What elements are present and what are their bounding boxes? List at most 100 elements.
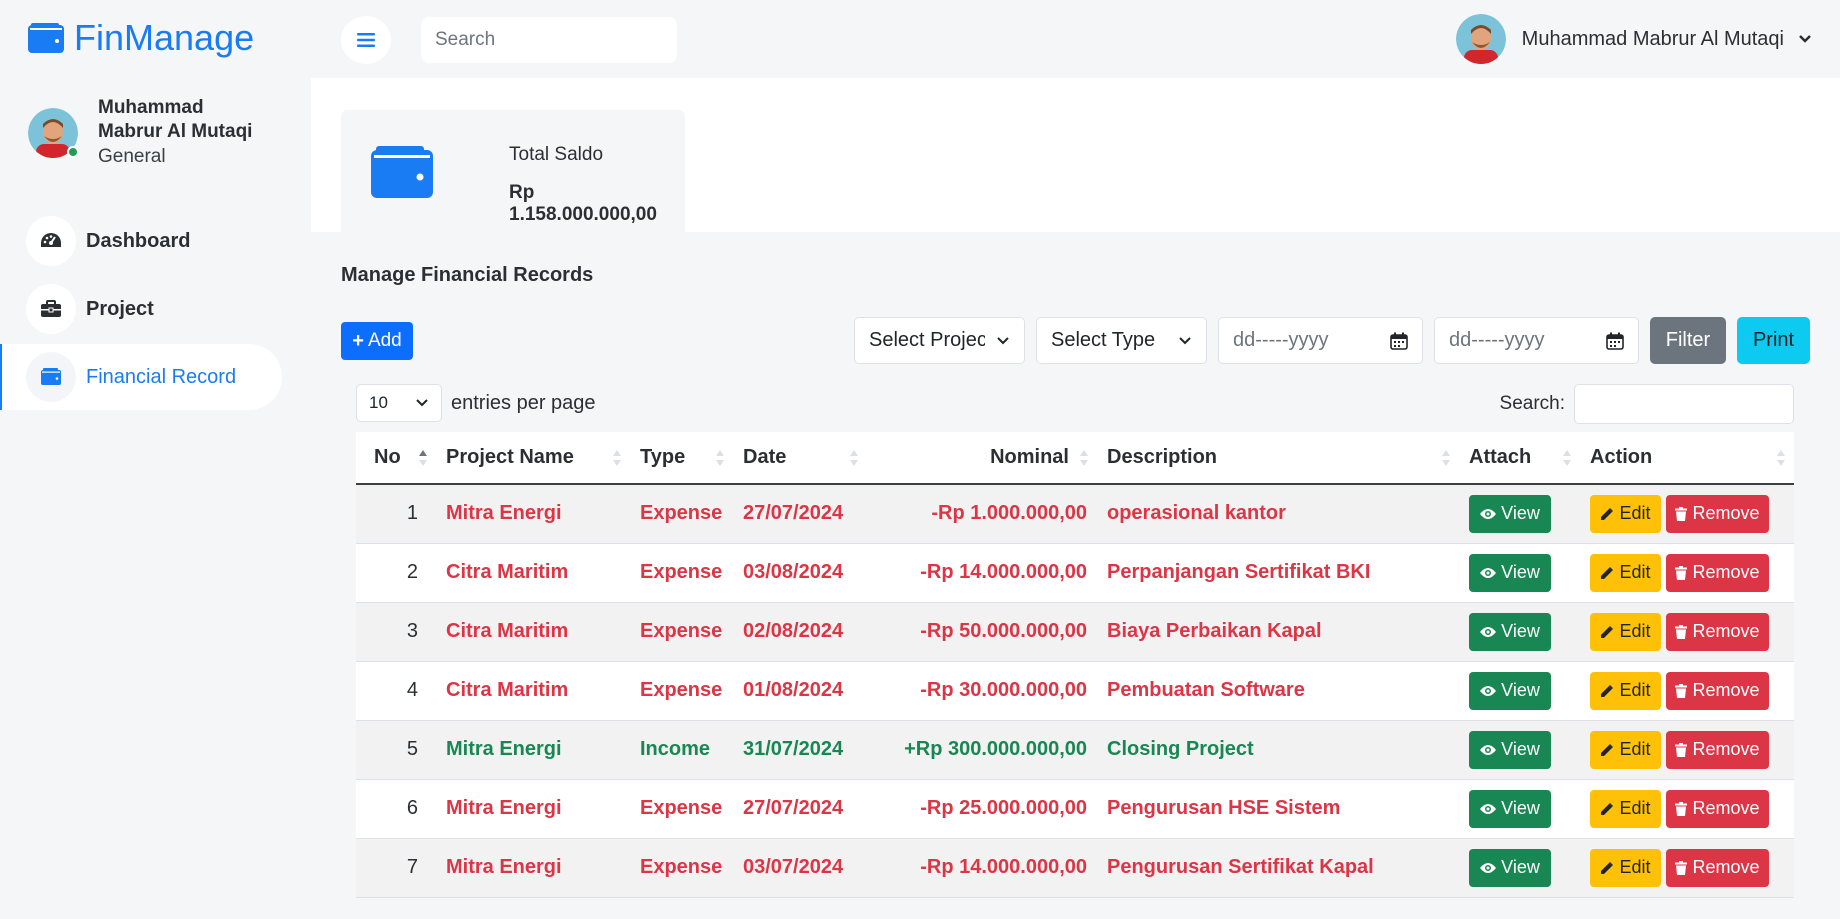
summary-strip: Total Saldo Rp 1.158.000.000,00 <box>311 78 1840 232</box>
add-record-button[interactable]: + Add <box>341 322 413 360</box>
cell-project-name: Mitra Energi <box>446 856 562 878</box>
brand-logo[interactable]: FinManage <box>28 17 254 58</box>
page-title: Manage Financial Records <box>341 264 594 286</box>
calendar-icon[interactable] <box>1390 332 1408 350</box>
remove-button[interactable]: Remove <box>1666 848 1769 887</box>
eye-icon <box>1480 803 1497 814</box>
view-attachment-button[interactable]: View <box>1469 612 1551 651</box>
cell-no: 6 <box>406 797 418 819</box>
remove-button[interactable]: Remove <box>1666 789 1769 828</box>
cell-type: Expense <box>640 856 723 878</box>
edit-label: Edit <box>1619 857 1651 877</box>
chevron-down-icon <box>416 399 428 407</box>
edit-button[interactable]: Edit <box>1590 494 1661 533</box>
sort-asc-icon <box>419 450 427 466</box>
cell-attach: View <box>1459 720 1580 779</box>
table-row: 2 Citra Maritim Expense 03/08/2024 -Rp 14.00… <box>356 543 1794 602</box>
cell-action: Edit Remove <box>1580 602 1794 661</box>
view-label: View <box>1501 680 1540 700</box>
column-header-no[interactable]: No <box>356 432 436 485</box>
remove-button[interactable]: Remove <box>1666 553 1769 592</box>
cell-description: Pengurusan HSE Sistem <box>1107 797 1341 819</box>
cell-no: 7 <box>406 856 418 878</box>
edit-label: Edit <box>1619 503 1651 524</box>
trash-icon <box>1675 624 1688 639</box>
view-attachment-button[interactable]: View <box>1469 848 1551 887</box>
column-header-type[interactable]: Type <box>630 432 733 485</box>
sidebar-item-financial-record[interactable]: Financial Record <box>0 344 282 410</box>
table-search-input[interactable] <box>1574 384 1794 424</box>
cell-description: Perpanjangan Sertifikat BKI <box>1107 561 1371 583</box>
cell-no: 5 <box>406 738 418 760</box>
view-label: View <box>1501 857 1540 877</box>
edit-button[interactable]: Edit <box>1590 789 1661 828</box>
print-button[interactable]: Print <box>1737 317 1810 364</box>
cell-type: Expense <box>640 679 723 701</box>
column-header-project-name[interactable]: Project Name <box>436 432 630 485</box>
view-attachment-button[interactable]: View <box>1469 494 1551 533</box>
column-header-nominal[interactable]: Nominal <box>867 432 1097 485</box>
edit-button[interactable]: Edit <box>1590 553 1661 592</box>
date-from-placeholder: dd-----yyyy <box>1233 329 1329 351</box>
view-label: View <box>1501 503 1540 524</box>
edit-button[interactable]: Edit <box>1590 612 1661 651</box>
cell-attach: View <box>1459 602 1580 661</box>
cell-nominal: +Rp 300.000.000,00 <box>904 738 1087 760</box>
sidebar-item-dashboard[interactable]: Dashboard <box>0 208 282 274</box>
edit-button[interactable]: Edit <box>1590 730 1661 769</box>
pencil-icon <box>1601 625 1614 638</box>
table-search-label: Search: <box>1499 393 1565 414</box>
profile-role: General <box>98 146 166 167</box>
cell-nominal: -Rp 1.000.000,00 <box>931 502 1087 525</box>
cell-project-name: Mitra Energi <box>446 502 562 525</box>
cell-action: Edit Remove <box>1580 661 1794 720</box>
cell-date: 03/07/2024 <box>743 856 844 878</box>
table-row: 6 Mitra Energi Expense 27/07/2024 -Rp 25.000… <box>356 779 1794 838</box>
remove-button[interactable]: Remove <box>1666 494 1769 533</box>
topbar: Muhammad Mabrur Al Mutaqi <box>311 0 1840 78</box>
select-type-dropdown[interactable]: Select Type <box>1036 317 1207 364</box>
remove-button[interactable]: Remove <box>1666 671 1769 710</box>
sort-icon <box>613 450 621 466</box>
trash-icon <box>1675 742 1688 757</box>
cell-project-name: Citra Maritim <box>446 679 569 701</box>
cell-nominal: -Rp 50.000.000,00 <box>920 620 1087 642</box>
profile-name: Muhammad Mabrur Al Mutaqi <box>98 97 253 142</box>
column-header-description[interactable]: Description <box>1097 432 1459 485</box>
edit-label: Edit <box>1619 798 1651 818</box>
view-attachment-button[interactable]: View <box>1469 730 1551 769</box>
edit-button[interactable]: Edit <box>1590 671 1661 710</box>
column-header-action[interactable]: Action <box>1580 432 1794 485</box>
select-project-dropdown[interactable]: Select Project <box>854 317 1025 364</box>
search-input[interactable] <box>421 17 677 63</box>
view-attachment-button[interactable]: View <box>1469 789 1551 828</box>
sidebar-item-project[interactable]: Project <box>0 276 282 342</box>
total-saldo-value: Rp 1.158.000.000,00 <box>509 182 657 225</box>
cell-nominal: -Rp 14.000.000,00 <box>920 856 1087 878</box>
cell-project-name: Mitra Energi <box>446 797 562 819</box>
eye-icon <box>1480 508 1497 519</box>
sidebar-item-label: Project <box>86 297 154 320</box>
remove-label: Remove <box>1692 798 1760 818</box>
edit-button[interactable]: Edit <box>1590 848 1661 887</box>
column-header-date[interactable]: Date <box>733 432 867 485</box>
view-attachment-button[interactable]: View <box>1469 553 1551 592</box>
date-from-input[interactable]: dd-----yyyy <box>1218 317 1423 364</box>
view-label: View <box>1501 621 1540 641</box>
view-attachment-button[interactable]: View <box>1469 671 1551 710</box>
remove-button[interactable]: Remove <box>1666 730 1769 769</box>
main-content: Total Saldo Rp 1.158.000.000,00 Manage F… <box>311 78 1840 919</box>
user-menu-dropdown[interactable]: Muhammad Mabrur Al Mutaqi <box>1455 14 1812 64</box>
filter-button[interactable]: Filter <box>1650 317 1726 364</box>
cell-date: 27/07/2024 <box>743 797 844 819</box>
menu-toggle-button[interactable] <box>341 16 391 64</box>
pencil-icon <box>1601 507 1614 520</box>
column-header-attach[interactable]: Attach <box>1459 432 1580 485</box>
date-to-input[interactable]: dd-----yyyy <box>1434 317 1639 364</box>
eye-icon <box>1480 685 1497 696</box>
online-status-dot <box>67 146 79 158</box>
wallet-icon <box>26 352 76 402</box>
remove-button[interactable]: Remove <box>1666 612 1769 651</box>
entries-per-page-select[interactable]: 10 <box>356 384 442 422</box>
calendar-icon[interactable] <box>1606 332 1624 350</box>
